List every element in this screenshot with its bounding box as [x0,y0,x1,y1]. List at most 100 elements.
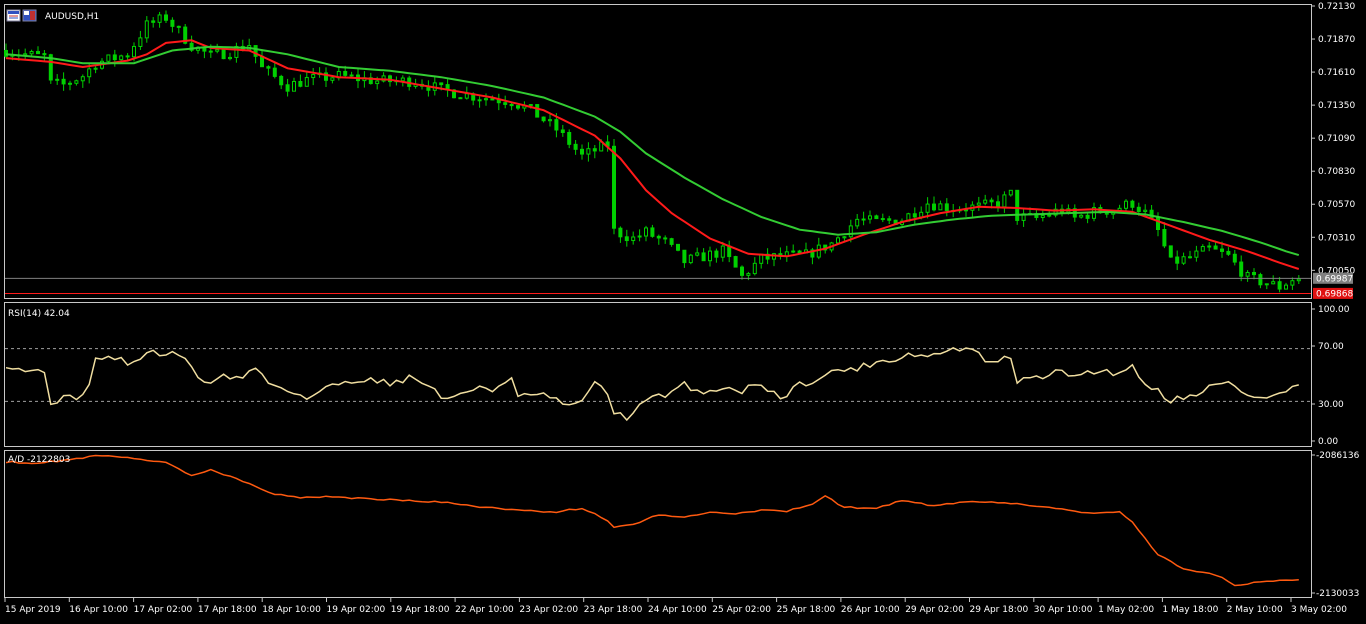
candle-body [1207,245,1212,248]
time-axis-label: 22 Apr 10:00 [455,605,514,615]
candle-body [1040,215,1045,218]
candle-body [567,131,572,145]
candle-body [535,104,540,118]
candle-body [1226,250,1231,255]
chart-canvas[interactable]: AUDUSD,H1 RSI(14) 42.04 A/D -2122803 0.7… [0,0,1366,620]
candle-body [157,14,162,23]
candle-body [644,227,648,237]
candle-body [720,245,725,258]
candle-body [932,203,936,211]
candle-body [541,116,546,122]
candle-body [349,74,354,77]
candle-body [656,235,661,239]
candle-body [304,77,309,87]
candle-body [752,262,757,275]
candle-body [592,148,597,152]
ask-price-tag: 0.69868 [1313,287,1353,299]
price-axis-label: 0.70310 [1318,233,1355,243]
time-axis-label: 30 Apr 10:00 [1034,605,1093,615]
candle-body [311,74,316,79]
candle-body [701,252,706,262]
candle-body [887,218,892,221]
rsi-axis-label: 30.00 [1318,400,1344,410]
candle-body [132,45,136,58]
candle-body [208,50,213,53]
candle-body [477,99,482,102]
price-axis-label: 0.70570 [1318,200,1355,210]
candle-body [676,243,680,251]
rsi-axis-label: 100.00 [1318,305,1350,315]
candle-body [29,51,34,55]
candle-body [708,250,712,262]
candle-body [996,201,1000,208]
candle-body [1188,256,1192,259]
candle-body [1220,248,1224,252]
candle-body [464,93,469,99]
candle-body [624,236,629,242]
candle-body [848,225,853,238]
candle-body [292,80,296,92]
candle-body [650,227,655,237]
candle-body [106,54,111,62]
time-axis-label: 29 Apr 18:00 [970,605,1029,615]
time-axis-label: 29 Apr 02:00 [905,605,964,615]
bid-price-tag: 0.69987 [1313,272,1353,284]
time-axis-label: 2 May 10:00 [1227,605,1283,615]
candle-body [1258,274,1263,286]
time-axis-label: 15 Apr 2019 [5,605,61,615]
candle-body [1264,283,1269,286]
candle-body [1156,217,1160,231]
candle-body [682,249,687,264]
candle-body [228,56,232,60]
time-axis-label: 19 Apr 02:00 [327,605,386,615]
rsi-pane-label: RSI(14) 42.04 [8,309,70,319]
candle-body [912,213,917,218]
candle-body [1136,206,1141,212]
chart-background [0,0,1366,620]
candle-body [861,218,866,221]
candle-body [1284,284,1288,290]
time-axis-label: 16 Apr 10:00 [69,605,128,615]
candle-body [528,104,533,107]
candle-body [1124,200,1128,209]
candle-body [343,70,348,76]
candle-body [68,82,72,85]
price-axis-label: 0.71610 [1318,68,1355,78]
candle-body [509,103,514,107]
candle-body [221,49,226,60]
rsi-axis-label: 0.00 [1318,437,1338,447]
time-axis-label: 25 Apr 02:00 [712,605,771,615]
candle-body [484,98,488,101]
symbol-timeframe-label: AUDUSD,H1 [45,12,99,22]
candle-body [1252,271,1256,276]
candle-body [1181,256,1186,264]
candle-body [1162,229,1167,247]
candle-body [746,273,751,276]
candle-body [836,237,840,244]
candle-body [516,105,520,109]
candle-body [1239,261,1244,277]
candle-body [298,80,303,87]
candle-body [573,143,578,150]
price-axis-label: 0.70830 [1318,167,1355,177]
chart-window[interactable]: AUDUSD,H1 RSI(14) 42.04 A/D -2122803 0.7… [0,0,1366,620]
candle-body [144,20,149,39]
candle-body [874,215,879,220]
candle-body [618,227,623,238]
candle-body [548,119,552,122]
candle-body [164,14,168,21]
candle-body [125,55,130,58]
candle-body [375,80,380,85]
candle-body [1290,280,1295,286]
candle-body [138,37,143,47]
candle-body [23,53,28,56]
ad-axis-bottom-label: -2130033 [1316,589,1359,599]
candle-body [119,55,124,61]
price-axis[interactable]: 0.72130 0.71870 0.71610 0.71350 0.71090 0.708… [1311,2,1355,276]
candle-body [266,66,271,69]
candle-body [170,19,175,27]
candle-body [1143,209,1148,212]
candle-body [791,250,796,253]
candle-body [458,97,463,100]
time-axis-label: 25 Apr 18:00 [777,605,836,615]
